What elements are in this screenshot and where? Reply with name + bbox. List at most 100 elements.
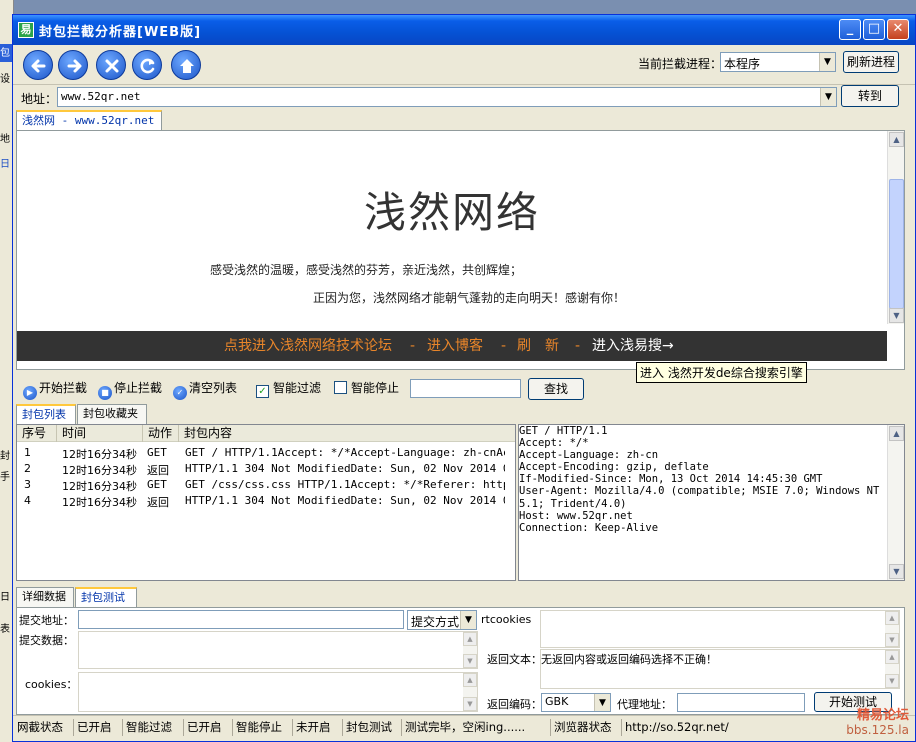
maximize-icon: □ <box>867 21 881 36</box>
table-cell: GET /css/css.css HTTP/1.1Accept: */*Refe… <box>185 478 505 491</box>
tab-detail-data[interactable]: 详细数据 <box>16 587 74 607</box>
process-select[interactable]: 本程序 ▼ <box>720 52 836 72</box>
title-bar[interactable]: 易 封包拦截分析器[WEB版] _ □ ✕ <box>13 15 915 45</box>
proxy-input[interactable] <box>677 693 805 712</box>
address-input[interactable]: www.52qr.net ▼ <box>57 87 837 107</box>
site-link-blog[interactable]: 进入博客 <box>427 331 483 361</box>
site-nav-separator: - <box>501 338 507 354</box>
return-encoding-label: 返回编码： <box>487 698 542 711</box>
stop-capture-button[interactable]: ■ 停止拦截 <box>98 379 162 400</box>
scroll-down-icon[interactable]: ▼ <box>463 654 477 668</box>
site-link-refresh[interactable]: 刷 新 <box>517 331 559 361</box>
scroll-down-icon[interactable]: ▼ <box>463 697 477 711</box>
cookies-scrollbar[interactable]: ▲ ▼ <box>463 673 477 711</box>
submit-data-scrollbar[interactable]: ▲ ▼ <box>463 632 477 668</box>
rtcookies-field[interactable]: ▲ ▼ <box>540 610 900 648</box>
tab-browser-page[interactable]: 浅然网 - www.52qr.net <box>16 110 162 130</box>
back-icon <box>31 59 46 73</box>
cookies-field[interactable]: ▲ ▼ <box>78 672 478 712</box>
table-row[interactable]: 4 12时16分34秒 返回 HTTP/1.1 304 Not ModifiedDat… <box>17 493 515 509</box>
chevron-down-icon[interactable]: ▼ <box>460 611 476 629</box>
back-button[interactable] <box>23 50 53 80</box>
column-header-content[interactable]: 封包内容 <box>179 425 515 442</box>
submit-method-select[interactable]: 提交方式 ▼ <box>407 610 477 630</box>
return-encoding-select[interactable]: GBK ▼ <box>541 693 611 712</box>
browser-tabstrip: 浅然网 - www.52qr.net <box>16 110 905 130</box>
chevron-down-icon[interactable]: ▼ <box>820 88 836 106</box>
checkbox-checked-icon: ✓ <box>256 385 269 398</box>
scroll-up-icon[interactable]: ▲ <box>885 611 899 625</box>
packet-detail[interactable]: GET / HTTP/1.1 Accept: */* Accept-Language… <box>518 424 905 581</box>
watermark-title: 精易论坛 <box>856 708 909 723</box>
close-button[interactable]: ✕ <box>887 19 909 40</box>
minimize-button[interactable]: _ <box>839 19 861 40</box>
stop-capture-label: 停止拦截 <box>114 381 163 395</box>
chevron-down-icon[interactable]: ▼ <box>819 53 835 71</box>
table-row[interactable]: 3 12时16分34秒 GET GET /css/css.css HTTP/1.1Ac… <box>17 477 515 493</box>
submit-url-input[interactable] <box>78 610 404 629</box>
column-header-action[interactable]: 动作 <box>143 425 179 442</box>
home-button[interactable] <box>171 50 201 80</box>
watermark-url: bbs.125.la <box>846 723 909 737</box>
refresh-process-button[interactable]: 刷新进程 <box>843 51 899 73</box>
column-header-time[interactable]: 时间 <box>57 425 143 442</box>
tab-packet-list[interactable]: 封包列表 <box>16 404 76 424</box>
submit-method-value: 提交方式 <box>411 615 460 629</box>
stop-icon <box>105 59 119 73</box>
status-browser-url: http://so.52qr.net/ <box>625 720 729 734</box>
browser-view[interactable]: 浅然网络 感受浅然的温暖，感受浅然的芬芳，亲近浅然，共创辉煌； 正因为您，浅然网… <box>16 130 905 370</box>
home-icon <box>180 59 194 73</box>
table-cell: 3 <box>24 478 31 491</box>
table-row[interactable]: 2 12时16分34秒 返回 HTTP/1.1 304 Not ModifiedDat… <box>17 461 515 477</box>
table-cell: 12时16分34秒 <box>62 448 137 461</box>
table-cell: 12时16分34秒 <box>62 464 137 477</box>
scroll-up-icon[interactable]: ▲ <box>885 650 899 664</box>
scroll-thumb[interactable] <box>889 179 904 309</box>
return-text-field[interactable]: 无返回内容或返回编码选择不正确！ ▲ ▼ <box>540 649 900 689</box>
detail-scrollbar[interactable]: ▲ ▼ <box>887 425 904 580</box>
find-button[interactable]: 查找 <box>528 378 584 400</box>
rtcookies-scrollbar[interactable]: ▲ ▼ <box>885 611 899 647</box>
close-icon: ✕ <box>892 21 904 36</box>
table-cell: 12时16分34秒 <box>62 496 137 509</box>
chevron-down-icon[interactable]: ▼ <box>594 694 610 711</box>
scroll-down-icon[interactable]: ▼ <box>885 674 899 688</box>
search-input[interactable] <box>410 379 521 398</box>
table-row[interactable]: 1 12时16分34秒 GET GET / HTTP/1.1Accept: */*Ac… <box>17 445 515 461</box>
scroll-down-icon[interactable]: ▼ <box>889 308 904 323</box>
scroll-down-icon[interactable]: ▼ <box>885 633 899 647</box>
table-cell: 2 <box>24 462 31 475</box>
scroll-up-icon[interactable]: ▲ <box>889 132 904 147</box>
smart-stop-checkbox[interactable]: 智能停止 <box>334 379 399 396</box>
smart-filter-checkbox[interactable]: ✓ 智能过滤 <box>256 379 321 398</box>
site-link-forum[interactable]: 点我进入浅然网络技术论坛 <box>224 331 392 361</box>
stop-button[interactable] <box>96 50 126 80</box>
return-encoding-value: GBK <box>545 695 569 708</box>
start-capture-button[interactable]: ▶ 开始拦截 <box>23 379 87 400</box>
tab-packet-test[interactable]: 封包测试 <box>75 587 137 607</box>
tab-packet-favorites[interactable]: 封包收藏夹 <box>77 404 147 424</box>
scroll-up-icon[interactable]: ▲ <box>463 673 477 687</box>
go-button[interactable]: 转到 <box>841 85 899 107</box>
clear-icon: ✓ <box>173 386 187 400</box>
detail-line: Accept: */* <box>519 437 589 450</box>
app-icon: 易 <box>18 22 34 38</box>
forward-button[interactable] <box>58 50 88 80</box>
status-browser-label: 浏览器状态 <box>552 719 622 736</box>
refresh-button[interactable] <box>132 50 162 80</box>
packet-list[interactable]: 序号 时间 动作 封包内容 1 12时16分34秒 GET GET / HTTP/1.… <box>16 424 516 581</box>
submit-data-field[interactable]: ▲ ▼ <box>78 631 478 669</box>
site-link-search[interactable]: 进入浅易搜→ <box>592 331 674 361</box>
scroll-up-icon[interactable]: ▲ <box>463 632 477 646</box>
scroll-down-icon[interactable]: ▼ <box>889 564 904 579</box>
capture-controls: ▶ 开始拦截 ■ 停止拦截 ✓ 清空列表 ✓ 智能过滤 智能停止 查找 <box>13 373 915 401</box>
clear-list-button[interactable]: ✓ 清空列表 <box>173 379 237 400</box>
scroll-up-icon[interactable]: ▲ <box>889 426 904 441</box>
status-test-value: 测试完毕，空闲ing...... <box>403 719 551 736</box>
column-header-index[interactable]: 序号 <box>17 425 57 442</box>
maximize-button[interactable]: □ <box>863 19 885 40</box>
list-tabstrip: 封包列表 封包收藏夹 <box>16 404 516 424</box>
submit-data-label: 提交数据： <box>19 634 74 647</box>
return-text-scrollbar[interactable]: ▲ ▼ <box>885 650 899 688</box>
browser-scrollbar[interactable]: ▲ ▼ <box>887 131 904 324</box>
